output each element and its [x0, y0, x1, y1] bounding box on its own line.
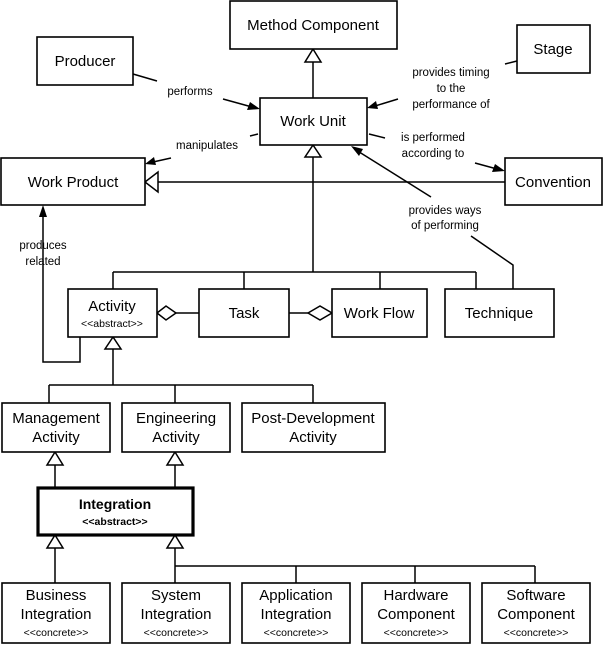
- svg-text:Convention: Convention: [515, 174, 591, 191]
- arrowhead: [247, 102, 260, 110]
- svg-text:Work Unit: Work Unit: [280, 113, 346, 130]
- svg-text:Task: Task: [229, 305, 260, 322]
- arrowhead: [367, 101, 378, 109]
- generalization-triangle: [45, 450, 65, 466]
- stage-box: Stage: [516, 24, 591, 74]
- svg-text:Component: Component: [377, 606, 455, 623]
- svg-text:Technique: Technique: [465, 305, 533, 322]
- label-produces-2: related: [25, 256, 60, 268]
- system-integration-box: System Integration <<concrete>>: [121, 582, 231, 644]
- technique-box: Technique: [444, 288, 555, 338]
- convention-box: Convention: [504, 157, 603, 206]
- svg-text:Integration: Integration: [141, 606, 212, 623]
- svg-text:Producer: Producer: [55, 53, 116, 70]
- label-timing-2: to the: [437, 83, 466, 95]
- svg-text:Method Component: Method Component: [247, 17, 380, 34]
- label-performed-according-1: is performed: [401, 132, 465, 144]
- label-produces-1: produces: [19, 240, 67, 252]
- generalization-triangle: [45, 533, 65, 549]
- svg-text:Work Product: Work Product: [28, 174, 119, 191]
- software-component-box: Software Component <<concrete>>: [481, 582, 591, 644]
- work-flow-box: Work Flow: [331, 288, 428, 338]
- svg-text:Stage: Stage: [533, 41, 572, 58]
- post-development-activity-box: Post-Development Activity: [241, 402, 386, 453]
- svg-text:Activity: Activity: [32, 429, 80, 446]
- label-performed-according-2: according to: [402, 148, 465, 160]
- producer-box: Producer: [36, 36, 134, 86]
- label-timing-1: provides timing: [412, 67, 489, 79]
- label-performs: performs: [167, 86, 213, 98]
- svg-text:Business: Business: [26, 587, 87, 604]
- arrowhead: [39, 205, 47, 217]
- generalization-bus: [54, 548, 536, 583]
- label-manipulates: manipulates: [176, 140, 238, 152]
- svg-text:Hardware: Hardware: [383, 587, 448, 604]
- generalization-bus: [48, 349, 314, 403]
- work-product-box: Work Product: [0, 157, 146, 206]
- method-component-box: Method Component: [229, 0, 398, 50]
- svg-text:Integration: Integration: [261, 606, 332, 623]
- generalization-triangle: [165, 533, 185, 549]
- svg-text:Integration: Integration: [21, 606, 92, 623]
- generalization-triangle: [143, 170, 159, 194]
- svg-text:<<concrete>>: <<concrete>>: [24, 627, 89, 639]
- svg-text:Work Flow: Work Flow: [344, 305, 415, 322]
- svg-text:Activity: Activity: [88, 298, 136, 315]
- hardware-component-box: Hardware Component <<concrete>>: [361, 582, 471, 644]
- svg-text:Activity: Activity: [152, 429, 200, 446]
- svg-text:Application: Application: [259, 587, 332, 604]
- arrowhead: [351, 146, 363, 156]
- svg-text:<<abstract>>: <<abstract>>: [81, 318, 143, 330]
- task-box: Task: [198, 288, 290, 338]
- label-ways-2: of performing: [411, 220, 479, 232]
- aggregation-diamond: [155, 305, 178, 321]
- svg-text:Software: Software: [506, 587, 565, 604]
- svg-text:<<concrete>>: <<concrete>>: [384, 627, 449, 639]
- integration-box: Integration <<abstract>>: [36, 486, 195, 537]
- application-integration-box: Application Integration <<concrete>>: [241, 582, 351, 644]
- arrowhead: [492, 164, 505, 172]
- svg-text:Component: Component: [497, 606, 575, 623]
- svg-text:<<concrete>>: <<concrete>>: [144, 627, 209, 639]
- management-activity-box: Management Activity: [1, 402, 111, 453]
- generalization-triangle: [165, 450, 185, 466]
- label-timing-3: performance of: [412, 99, 490, 111]
- generalization-triangle: [303, 47, 323, 63]
- engineering-activity-box: Engineering Activity: [121, 402, 231, 453]
- arrowhead: [145, 157, 156, 165]
- svg-text:Activity: Activity: [289, 429, 337, 446]
- label-ways-1: provides ways: [409, 205, 482, 217]
- business-integration-box: Business Integration <<concrete>>: [1, 582, 111, 644]
- generalization-triangle: [303, 143, 323, 158]
- activity-box: Activity <<abstract>>: [67, 288, 158, 338]
- svg-text:System: System: [151, 587, 201, 604]
- svg-text:Integration: Integration: [79, 496, 151, 512]
- svg-text:Post-Development: Post-Development: [251, 410, 375, 427]
- generalization-line: [54, 465, 176, 488]
- svg-text:<<concrete>>: <<concrete>>: [504, 627, 569, 639]
- generalization-triangle: [103, 335, 123, 350]
- svg-text:Management: Management: [12, 410, 100, 427]
- work-unit-box: Work Unit: [259, 97, 368, 146]
- aggregation-diamond: [306, 305, 334, 321]
- uml-diagram: Method Component Producer Stage Work Uni…: [0, 0, 603, 644]
- svg-text:Engineering: Engineering: [136, 410, 216, 427]
- svg-text:<<abstract>>: <<abstract>>: [82, 516, 147, 528]
- svg-text:<<concrete>>: <<concrete>>: [264, 627, 329, 639]
